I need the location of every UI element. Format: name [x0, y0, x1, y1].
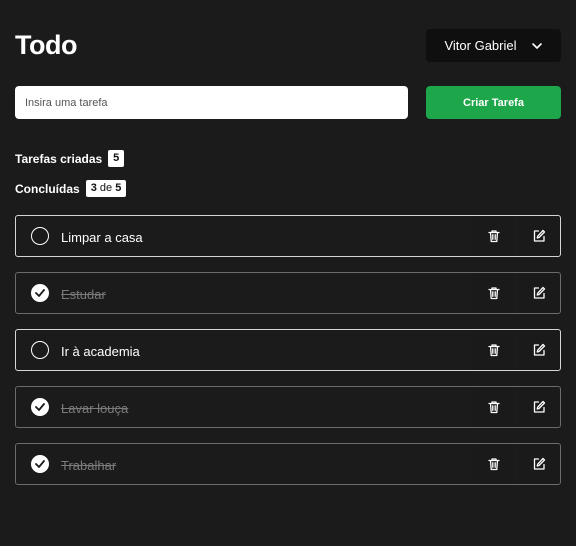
edit-icon: [533, 400, 546, 413]
task-checkbox[interactable]: [31, 398, 49, 416]
task-item: Ir à academia: [15, 329, 561, 371]
trash-icon: [488, 230, 500, 243]
task-checkbox[interactable]: [31, 227, 49, 245]
check-icon: [35, 289, 45, 297]
delete-task-button[interactable]: [474, 387, 514, 427]
delete-task-button[interactable]: [474, 273, 514, 313]
task-checkbox[interactable]: [31, 284, 49, 302]
edit-task-button[interactable]: [519, 273, 559, 313]
task-text: Ir à academia: [61, 344, 140, 359]
check-icon: [35, 403, 45, 411]
created-counter: Tarefas criadas 5: [15, 150, 125, 167]
task-checkbox[interactable]: [31, 341, 49, 359]
task-item: Estudar: [15, 272, 561, 314]
edit-icon: [533, 229, 546, 242]
task-item: Lavar louça: [15, 386, 561, 428]
delete-task-button[interactable]: [474, 216, 514, 256]
task-text: Estudar: [61, 287, 106, 302]
task-text: Lavar louça: [61, 401, 129, 416]
edit-icon: [533, 286, 546, 299]
todo-app: Todo Vitor Gabriel Criar Tarefa Tarefas …: [0, 0, 576, 546]
task-item: Trabalhar: [15, 443, 561, 485]
check-icon: [35, 460, 45, 468]
edit-task-button[interactable]: [519, 387, 559, 427]
trash-icon: [488, 401, 500, 414]
page-title: Todo: [15, 30, 77, 60]
delete-task-button[interactable]: [474, 330, 514, 370]
created-count-badge: 5: [108, 150, 125, 167]
trash-icon: [488, 344, 500, 357]
task-item: Limpar a casa: [15, 215, 561, 257]
task-input[interactable]: [15, 86, 408, 119]
completed-counter: Concluídas 3 de 5: [15, 180, 127, 197]
user-name: Vitor Gabriel: [444, 38, 517, 53]
trash-icon: [488, 458, 500, 471]
user-dropdown[interactable]: Vitor Gabriel: [426, 29, 561, 62]
completed-count: 3: [90, 182, 97, 194]
task-text: Limpar a casa: [61, 230, 143, 245]
task-checkbox[interactable]: [31, 455, 49, 473]
edit-task-button[interactable]: [519, 330, 559, 370]
chevron-down-icon: [531, 42, 542, 49]
edit-icon: [533, 457, 546, 470]
completed-count-badge: 3 de 5: [85, 180, 127, 197]
completed-total: 5: [115, 182, 122, 194]
trash-icon: [488, 287, 500, 300]
created-label: Tarefas criadas: [15, 151, 103, 166]
task-list: Limpar a casa Estudar Ir à academia Lava…: [15, 215, 561, 500]
edit-icon: [533, 343, 546, 356]
completed-label: Concluídas: [15, 181, 80, 196]
header: Todo Vitor Gabriel: [15, 28, 561, 62]
edit-task-button[interactable]: [519, 216, 559, 256]
delete-task-button[interactable]: [474, 444, 514, 484]
edit-task-button[interactable]: [519, 444, 559, 484]
create-task-button[interactable]: Criar Tarefa: [426, 86, 561, 119]
task-text: Trabalhar: [61, 458, 117, 473]
completed-separator: de: [99, 182, 113, 194]
new-task-form: Criar Tarefa: [15, 86, 561, 119]
